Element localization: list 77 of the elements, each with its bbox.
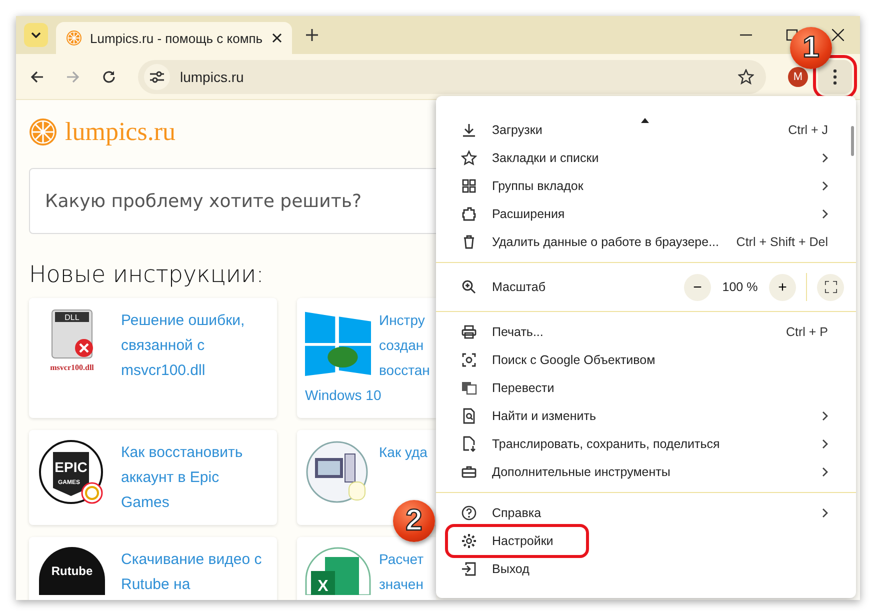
menu-item[interactable]: Найти и изменить [436,402,856,430]
exit-icon [461,561,477,577]
menu-item[interactable]: Перевести [436,374,856,402]
toolbox-icon [461,464,477,480]
close-icon[interactable] [272,33,282,43]
fullscreen-icon [824,281,836,293]
url-text: lumpics.ru [180,68,245,84]
printer-icon [461,324,477,340]
menu-item[interactable]: Закладки и списки [436,144,856,172]
dll-file-thumbnail: DLL msvcr100.dll [39,308,105,374]
scrollbar-thumb[interactable] [851,126,854,156]
spreadsheet-thumbnail: X [305,547,371,595]
menu-item-label: Дополнительные инструменты [492,465,672,479]
lens-icon [461,352,477,368]
menu-item-label: Удалить данные о работе в браузере... [492,235,720,249]
menu-item[interactable]: Справка [436,499,856,527]
reload-icon[interactable] [102,70,116,84]
menu-item-label: Настройки [492,534,554,548]
menu-item-label: Справка [492,506,542,520]
menu-item-label: Транслировать, сохранить, поделиться [492,437,721,451]
menu-item-label: Загрузки [492,123,544,137]
zoom-out-button[interactable]: − [684,274,711,300]
section-heading: Новые инструкции: [29,262,264,288]
star-icon [461,150,477,166]
menu-item[interactable]: Настройки [448,527,586,555]
menu-item-label: Выход [492,562,530,576]
star-icon[interactable] [738,68,754,84]
citrus-slice-icon [29,118,57,146]
settings-icon [461,533,477,549]
grid-icon [461,178,477,194]
menu-item-label: Группы вкладок [492,179,584,193]
menu-item-label: Масштаб [492,280,546,294]
new-tab-icon[interactable] [306,29,318,41]
zoom-icon [461,279,477,295]
menu-item[interactable]: Транслировать, сохранить, поделиться [436,430,856,458]
fullscreen-button[interactable] [817,274,844,300]
shortcut-text: Ctrl + P [786,325,828,339]
close-icon[interactable] [832,29,844,41]
browser-tab[interactable]: Lumpics.ru - помощь с компь [56,22,292,54]
menu-item[interactable]: Выход [436,555,856,583]
menu-item[interactable]: Поиск с Google Объективом [436,346,856,374]
menu-item-label: Найти и изменить [492,409,597,423]
menu-item[interactable]: Группы вкладок [436,172,856,200]
menu-item-label: Расширения [492,207,566,221]
tab-list-button[interactable] [24,23,48,47]
citrus-slice-icon [66,30,82,46]
menu-item[interactable]: Печать... Ctrl + P [436,318,856,346]
menu-item[interactable]: Удалить данные о работе в браузере... Ctrl + Shift + Del [436,228,856,256]
caret-icon [31,32,41,38]
profile-avatar[interactable]: M [788,66,808,86]
menu-item[interactable]: Загрузки Ctrl + J [436,116,856,144]
zoom-level: 100 % [721,280,759,294]
menu-item-label: Печать... [492,325,544,339]
back-arrow-icon[interactable] [30,70,44,84]
sliders-icon [149,70,165,84]
menu-item[interactable]: Расширения [436,200,856,228]
menu-item-label: Перевести [492,381,556,395]
shortcut-text: Ctrl + J [788,123,828,137]
download-icon [461,122,477,138]
site-info-button[interactable] [144,64,170,90]
rutube-logo-thumbnail: Rutube [39,547,105,595]
menu-item-label: Закладки и списки [492,151,600,165]
help-icon [461,505,477,521]
scroll-up-icon[interactable] [641,118,649,123]
save-share-icon [461,436,477,452]
puzzle-icon [461,206,477,222]
menu-icon [833,68,837,84]
translate-icon [461,380,477,396]
trash-icon [461,234,477,250]
menu-item-label: Поиск с Google Объективом [492,353,656,367]
search-field[interactable]: Какую проблему хотите решить? [29,168,436,234]
tab-title: Lumpics.ru - помощь с компь [90,30,264,46]
zoom-in-button[interactable]: + [769,274,796,300]
find-page-icon [461,408,477,424]
menu-item[interactable]: Дополнительные инструменты [436,458,856,486]
shortcut-text: Ctrl + Shift + Del [736,235,828,249]
address-bar[interactable]: lumpics.ru [138,60,766,94]
